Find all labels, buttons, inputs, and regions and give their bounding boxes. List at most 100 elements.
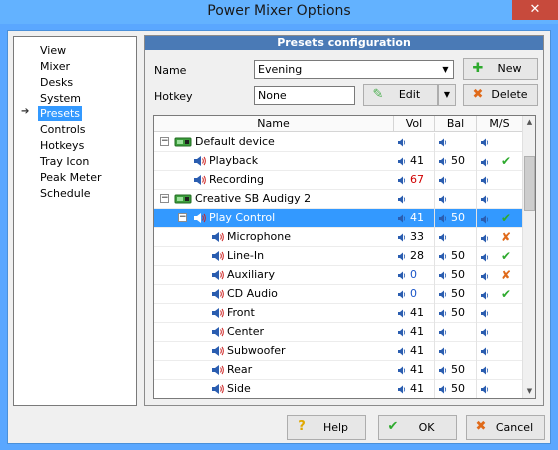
- ms-speaker-icon: [477, 269, 493, 282]
- delete-button[interactable]: ✖ Delete: [463, 84, 538, 106]
- window-title: Power Mixer Options: [207, 3, 351, 19]
- vol-cell[interactable]: 41: [394, 304, 435, 323]
- channel-row[interactable]: Subwoofer 41: [154, 342, 523, 361]
- col-bal[interactable]: Bal: [435, 116, 477, 132]
- device-row[interactable]: − Creative SB Audigy 2: [154, 190, 523, 209]
- channel-row[interactable]: Auxiliary 0 50 ✘: [154, 266, 523, 285]
- vol-cell[interactable]: 41: [394, 152, 435, 171]
- col-name[interactable]: Name: [154, 116, 394, 132]
- ms-cell[interactable]: [477, 342, 523, 361]
- bal-cell[interactable]: [435, 342, 477, 361]
- ms-cell[interactable]: ✘: [477, 266, 523, 285]
- ms-cell[interactable]: [477, 133, 523, 152]
- bal-cell[interactable]: 50: [435, 361, 477, 380]
- vol-cell[interactable]: 41: [394, 209, 435, 228]
- nav-item-tray-icon[interactable]: Tray Icon: [38, 154, 91, 169]
- preset-channels-grid[interactable]: Name Vol Bal M/S − Default device Playback…: [153, 115, 536, 399]
- ms-cell[interactable]: [477, 323, 523, 342]
- collapse-toggle-icon[interactable]: −: [160, 137, 169, 146]
- ms-cell[interactable]: ✔: [477, 285, 523, 304]
- new-button[interactable]: ✚ New: [463, 58, 538, 80]
- ms-cell[interactable]: ✔: [477, 152, 523, 171]
- nav-item-hotkeys[interactable]: Hotkeys: [38, 138, 86, 153]
- ms-cell[interactable]: [477, 190, 523, 209]
- nav-item-peak-meter[interactable]: Peak Meter: [38, 170, 103, 185]
- vol-cell[interactable]: 0: [394, 266, 435, 285]
- bal-cell[interactable]: 50: [435, 380, 477, 398]
- bal-cell[interactable]: [435, 228, 477, 247]
- nav-item-schedule[interactable]: Schedule: [38, 186, 93, 201]
- ms-cell[interactable]: [477, 304, 523, 323]
- channel-row[interactable]: Recording 67: [154, 171, 523, 190]
- preset-name-select[interactable]: Evening ▼: [254, 60, 454, 79]
- vol-cell[interactable]: 41: [394, 323, 435, 342]
- bal-cell[interactable]: 50: [435, 285, 477, 304]
- edit-button[interactable]: ✎ Edit: [363, 84, 438, 106]
- bal-cell[interactable]: [435, 190, 477, 209]
- bal-cell[interactable]: 50: [435, 209, 477, 228]
- vol-cell[interactable]: [394, 190, 435, 209]
- ms-speaker-icon: [477, 344, 493, 357]
- hotkey-field[interactable]: None: [254, 86, 355, 105]
- vol-cell[interactable]: 33: [394, 228, 435, 247]
- plus-icon: ✚: [472, 61, 484, 76]
- channel-row[interactable]: CD Audio 0 50 ✔: [154, 285, 523, 304]
- ms-cell[interactable]: [477, 171, 523, 190]
- nav-item-system[interactable]: System: [38, 91, 83, 106]
- vol-cell[interactable]: 41: [394, 361, 435, 380]
- vol-cell[interactable]: 0: [394, 285, 435, 304]
- channel-row[interactable]: Microphone 33 ✘: [154, 228, 523, 247]
- channel-row[interactable]: Center 41: [154, 323, 523, 342]
- nav-item-desks[interactable]: Desks: [38, 75, 75, 90]
- col-ms[interactable]: M/S: [477, 116, 523, 132]
- title-bar[interactable]: Power Mixer Options ✕: [0, 0, 558, 24]
- nav-item-view[interactable]: View: [38, 43, 68, 58]
- scroll-down-icon[interactable]: ▼: [523, 385, 535, 398]
- vol-cell[interactable]: 41: [394, 342, 435, 361]
- ms-cell[interactable]: ✔: [477, 209, 523, 228]
- vol-cell[interactable]: 41: [394, 380, 435, 398]
- bal-cell[interactable]: 50: [435, 304, 477, 323]
- bal-cell[interactable]: 50: [435, 247, 477, 266]
- scroll-up-icon[interactable]: ▲: [523, 116, 535, 129]
- nav-item-presets[interactable]: Presets: [38, 106, 83, 121]
- channel-row[interactable]: Rear 41 50: [154, 361, 523, 380]
- check-icon[interactable]: ✔: [501, 249, 511, 263]
- edit-dropdown-button[interactable]: ▼: [438, 84, 456, 106]
- channel-row[interactable]: Playback 41 50 ✔: [154, 152, 523, 171]
- vol-cell[interactable]: 67: [394, 171, 435, 190]
- bal-cell[interactable]: [435, 323, 477, 342]
- bal-cell[interactable]: [435, 171, 477, 190]
- mute-x-icon[interactable]: ✘: [501, 230, 511, 244]
- check-icon[interactable]: ✔: [501, 154, 511, 168]
- scroll-thumb[interactable]: [524, 156, 535, 211]
- nav-item-controls[interactable]: Controls: [38, 122, 88, 137]
- ms-cell[interactable]: ✘: [477, 228, 523, 247]
- close-button[interactable]: ✕: [512, 0, 558, 20]
- channel-row[interactable]: Front 41 50: [154, 304, 523, 323]
- help-button[interactable]: ? Help: [287, 415, 366, 440]
- channel-row[interactable]: − Play Control 41 50 ✔: [154, 209, 523, 228]
- bal-cell[interactable]: 50: [435, 266, 477, 285]
- check-icon[interactable]: ✔: [501, 287, 511, 301]
- ms-cell[interactable]: ✔: [477, 247, 523, 266]
- grid-scrollbar[interactable]: ▲ ▼: [522, 116, 535, 398]
- check-icon[interactable]: ✔: [501, 211, 511, 225]
- cancel-button[interactable]: ✖ Cancel: [466, 415, 545, 440]
- device-row[interactable]: − Default device: [154, 133, 523, 152]
- chevron-down-icon[interactable]: ▼: [438, 61, 453, 78]
- mute-x-icon[interactable]: ✘: [501, 268, 511, 282]
- channel-row[interactable]: Side 41 50: [154, 380, 523, 398]
- channel-row[interactable]: Line-In 28 50 ✔: [154, 247, 523, 266]
- ms-cell[interactable]: [477, 380, 523, 398]
- collapse-toggle-icon[interactable]: −: [160, 194, 169, 203]
- bal-cell[interactable]: [435, 133, 477, 152]
- col-vol[interactable]: Vol: [394, 116, 435, 132]
- collapse-toggle-icon[interactable]: −: [178, 213, 187, 222]
- vol-cell[interactable]: [394, 133, 435, 152]
- vol-cell[interactable]: 28: [394, 247, 435, 266]
- ms-cell[interactable]: [477, 361, 523, 380]
- bal-cell[interactable]: 50: [435, 152, 477, 171]
- nav-item-mixer[interactable]: Mixer: [38, 59, 72, 74]
- ok-button[interactable]: ✔ OK: [378, 415, 457, 440]
